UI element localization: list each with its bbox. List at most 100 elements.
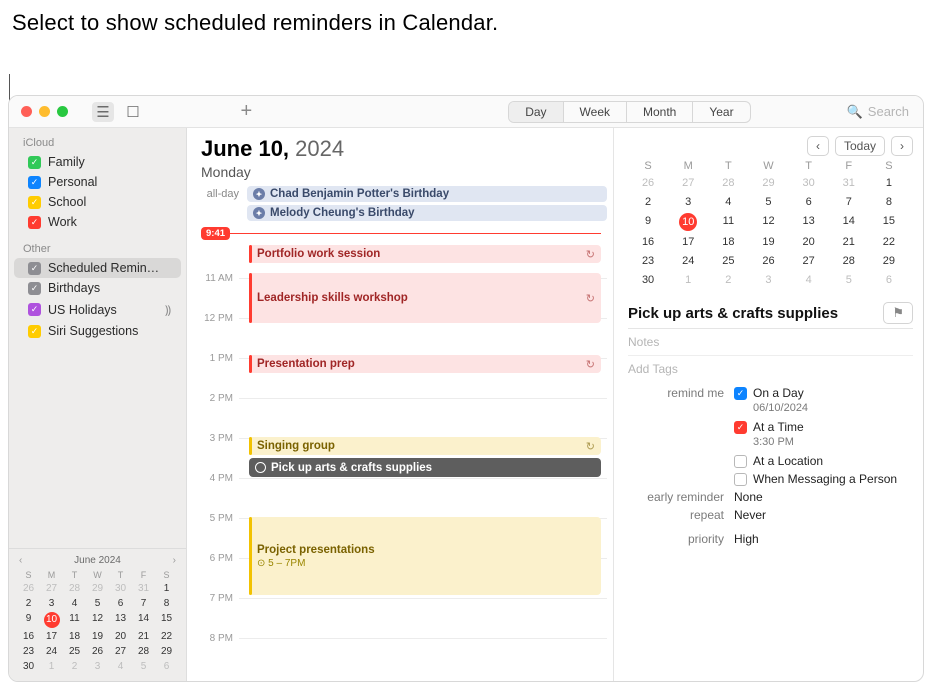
month-day-cell[interactable]: 22 — [869, 234, 909, 250]
month-day-cell[interactable]: 25 — [708, 253, 748, 269]
month-day-cell[interactable]: 5 — [748, 194, 788, 210]
month-day-cell[interactable]: 17 — [668, 234, 708, 250]
month-day-cell[interactable]: 12 — [748, 213, 788, 231]
calendar-color-checkbox[interactable]: ✓ — [28, 303, 41, 316]
month-day-cell[interactable]: 1 — [869, 175, 909, 191]
on-a-day-checkbox[interactable]: ✓ — [734, 387, 747, 400]
search-field[interactable]: 🔍 Search — [847, 104, 909, 120]
sidebar-item[interactable]: ✓Work — [14, 212, 181, 232]
sidebar-item[interactable]: ✓School — [14, 192, 181, 212]
toggle-sidebar-icon[interactable]: ☰ — [92, 102, 114, 122]
month-day-cell[interactable]: 19 — [748, 234, 788, 250]
month-day-cell[interactable]: 28 — [829, 253, 869, 269]
month-day-cell[interactable]: 8 — [869, 194, 909, 210]
month-day-cell[interactable]: 26 — [628, 175, 668, 191]
mini-next-icon[interactable]: › — [173, 555, 176, 566]
month-day-cell[interactable]: 5 — [829, 272, 869, 288]
sidebar-item[interactable]: ✓US Holidays⸩ — [14, 298, 181, 321]
all-day-event[interactable]: ✦Chad Benjamin Potter's Birthday — [247, 186, 607, 202]
month-day-cell[interactable]: 31 — [829, 175, 869, 191]
mini-prev-icon[interactable]: ‹ — [19, 555, 22, 566]
month-day-cell[interactable]: 6 — [789, 194, 829, 210]
close-window-icon[interactable] — [21, 106, 32, 117]
month-day-cell[interactable]: 3 — [748, 272, 788, 288]
day-event[interactable]: Singing group↻ — [249, 437, 601, 455]
month-day-cell[interactable]: 26 — [748, 253, 788, 269]
calendar-color-checkbox[interactable]: ✓ — [28, 156, 41, 169]
at-a-time-checkbox[interactable]: ✓ — [734, 421, 747, 434]
traffic-lights[interactable] — [21, 106, 68, 117]
day-event[interactable]: Project presentations⊙ 5 – 7PM — [249, 517, 601, 595]
priority-value[interactable]: High — [734, 532, 913, 546]
month-day-cell[interactable]: 1 — [668, 272, 708, 288]
month-day-cell[interactable]: 16 — [628, 234, 668, 250]
view-month[interactable]: Month — [627, 102, 693, 122]
day-event[interactable]: Leadership skills workshop↻ — [249, 273, 601, 323]
month-day-cell[interactable]: 29 — [748, 175, 788, 191]
view-day[interactable]: Day — [509, 102, 563, 122]
month-day-cell[interactable]: 23 — [628, 253, 668, 269]
calendar-color-checkbox[interactable]: ✓ — [28, 176, 41, 189]
day-event[interactable]: Pick up arts & crafts supplies — [249, 458, 601, 477]
notes-field[interactable]: Notes — [628, 333, 913, 356]
sidebar-item[interactable]: ✓Personal — [14, 172, 181, 192]
reminder-title[interactable]: Pick up arts & crafts supplies — [628, 305, 838, 322]
month-day-cell[interactable]: 20 — [789, 234, 829, 250]
calendar-color-checkbox[interactable]: ✓ — [28, 196, 41, 209]
all-day-event[interactable]: ✦Melody Cheung's Birthday — [247, 205, 607, 221]
on-a-day-value[interactable]: 06/10/2024 — [753, 402, 913, 414]
month-day-cell[interactable]: 9 — [628, 213, 668, 231]
calendar-color-checkbox[interactable]: ✓ — [28, 216, 41, 229]
month-day-cell[interactable]: 7 — [829, 194, 869, 210]
month-day-cell[interactable]: 24 — [668, 253, 708, 269]
at-a-time-value[interactable]: 3:30 PM — [753, 436, 913, 448]
calendar-color-checkbox[interactable]: ✓ — [28, 325, 41, 338]
inbox-icon[interactable]: ☐ — [122, 102, 144, 122]
month-day-cell[interactable]: 27 — [789, 253, 829, 269]
at-location-checkbox[interactable] — [734, 455, 747, 468]
add-event-button[interactable]: + — [241, 100, 253, 123]
month-day-cell[interactable]: 30 — [628, 272, 668, 288]
calendar-color-checkbox[interactable]: ✓ — [28, 262, 41, 275]
all-day-event-title: Chad Benjamin Potter's Birthday — [270, 188, 449, 200]
month-day-cell[interactable]: 2 — [628, 194, 668, 210]
month-day-cell[interactable]: 15 — [869, 213, 909, 231]
sidebar-mini-calendar[interactable]: ‹ June 2024 › SMTWTFS2627282930311234567… — [9, 548, 186, 681]
today-button[interactable]: Today — [835, 136, 885, 156]
month-day-cell[interactable]: 30 — [789, 175, 829, 191]
month-day-cell[interactable]: 10 — [679, 213, 697, 231]
sidebar-item[interactable]: ✓Family — [14, 152, 181, 172]
day-event[interactable]: Presentation prep↻ — [249, 355, 601, 373]
month-day-cell[interactable]: 27 — [668, 175, 708, 191]
sidebar-item[interactable]: ✓Birthdays — [14, 278, 181, 298]
month-day-cell[interactable]: 3 — [668, 194, 708, 210]
view-switcher[interactable]: Day Week Month Year — [508, 101, 750, 123]
sidebar-item[interactable]: ✓Scheduled Remin… — [14, 258, 181, 278]
month-day-cell[interactable]: 11 — [708, 213, 748, 231]
month-next-button[interactable]: › — [891, 136, 913, 156]
month-day-cell[interactable]: 4 — [708, 194, 748, 210]
minimize-window-icon[interactable] — [39, 106, 50, 117]
month-day-cell[interactable]: 4 — [789, 272, 829, 288]
flag-button[interactable]: ⚑ — [883, 302, 913, 324]
view-week[interactable]: Week — [564, 102, 627, 122]
month-day-cell[interactable]: 21 — [829, 234, 869, 250]
month-day-cell[interactable]: 14 — [829, 213, 869, 231]
day-event[interactable]: Portfolio work session↻ — [249, 245, 601, 263]
view-year[interactable]: Year — [693, 102, 749, 122]
event-title: Leadership skills workshop — [257, 292, 408, 304]
month-day-cell[interactable]: 2 — [708, 272, 748, 288]
month-day-cell[interactable]: 13 — [789, 213, 829, 231]
month-day-cell[interactable]: 18 — [708, 234, 748, 250]
month-day-cell[interactable]: 6 — [869, 272, 909, 288]
sidebar-item[interactable]: ✓Siri Suggestions — [14, 321, 181, 341]
month-day-cell[interactable]: 28 — [708, 175, 748, 191]
month-prev-button[interactable]: ‹ — [807, 136, 829, 156]
month-day-cell[interactable]: 29 — [869, 253, 909, 269]
tags-field[interactable]: Add Tags — [628, 356, 913, 386]
zoom-window-icon[interactable] — [57, 106, 68, 117]
early-reminder-value[interactable]: None — [734, 490, 913, 504]
repeat-value[interactable]: Never — [734, 508, 913, 522]
when-messaging-checkbox[interactable] — [734, 473, 747, 486]
calendar-color-checkbox[interactable]: ✓ — [28, 282, 41, 295]
